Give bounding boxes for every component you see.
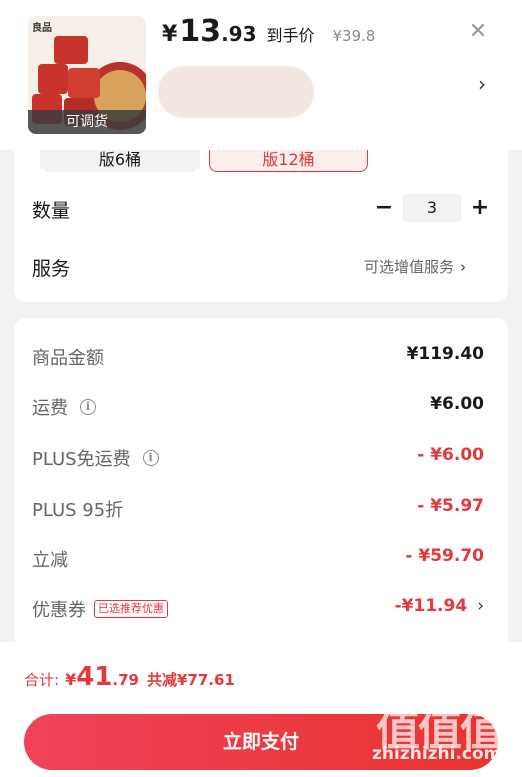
summary-label-text: PLUS免运费 bbox=[32, 449, 131, 470]
price-row: ¥ 13 .93 到手价 ¥39.8 bbox=[162, 14, 375, 54]
quantity-label: 数量 bbox=[32, 200, 71, 222]
summary-label-text: 立减 bbox=[32, 550, 68, 571]
summary-row: 立减 - ¥59.70 bbox=[32, 542, 484, 572]
brand-logo-text: 良品 bbox=[32, 23, 52, 34]
summary-label: 优惠券 已选推荐优惠 bbox=[32, 596, 168, 622]
stock-label: 可调货 bbox=[28, 110, 146, 134]
summary-label-text: 优惠券 bbox=[32, 600, 86, 621]
quantity-minus-button[interactable]: − bbox=[374, 196, 394, 220]
summary-label: PLUS免运费 i bbox=[32, 445, 159, 471]
coupon-row[interactable]: 优惠券 已选推荐优惠 -¥11.94 › bbox=[32, 592, 484, 622]
quantity-input[interactable]: 3 bbox=[403, 194, 461, 222]
summary-label: 运费 i bbox=[32, 394, 96, 420]
summary-label-text: PLUS 95折 bbox=[32, 500, 124, 521]
summary-row: PLUS免运费 i - ¥6.00 bbox=[32, 441, 484, 471]
summary-label-text: 商品金额 bbox=[32, 348, 104, 369]
summary-label: 商品金额 bbox=[32, 344, 104, 370]
summary-value: -¥11.94 › bbox=[395, 596, 484, 616]
original-price: ¥39.8 bbox=[332, 27, 376, 45]
total-label: 合计: bbox=[24, 671, 60, 689]
checkout-bar: 合计: ¥ 41 .79 共减¥77.61 立即支付 bbox=[0, 642, 522, 777]
price-currency: ¥ bbox=[162, 22, 178, 47]
total-line: 合计: ¥ 41 .79 共减¥77.61 bbox=[24, 662, 235, 692]
quantity-plus-button[interactable]: + bbox=[470, 196, 490, 220]
summary-label: 立减 bbox=[32, 546, 68, 572]
chevron-right-icon[interactable]: › bbox=[477, 596, 484, 616]
summary-label: PLUS 95折 bbox=[32, 496, 123, 522]
variant-option-6[interactable]: 版6桶 bbox=[40, 150, 200, 172]
chevron-right-icon: › bbox=[460, 258, 467, 276]
service-link[interactable]: 可选增值服务 › bbox=[364, 256, 466, 277]
total-saved: 共减¥77.61 bbox=[146, 671, 235, 689]
price-note: 到手价 bbox=[266, 26, 315, 45]
summary-value: - ¥5.97 bbox=[417, 496, 484, 516]
coupon-value: -¥11.94 bbox=[394, 596, 468, 616]
info-icon[interactable]: i bbox=[80, 399, 96, 415]
summary-row: PLUS 95折 - ¥5.97 bbox=[32, 492, 484, 522]
summary-value: - ¥59.70 bbox=[405, 546, 484, 566]
summary-row: 运费 i ¥6.00 bbox=[32, 390, 484, 420]
selected-spec-blurred[interactable] bbox=[158, 66, 314, 118]
summary-label-text: 运费 bbox=[32, 398, 68, 419]
close-icon[interactable]: ✕ bbox=[466, 20, 490, 44]
price-decimal: .93 bbox=[221, 22, 257, 46]
product-thumbnail[interactable]: 良品 可调货 bbox=[28, 16, 146, 134]
summary-row: 商品金额 ¥119.40 bbox=[32, 340, 484, 370]
info-icon[interactable]: i bbox=[142, 450, 159, 466]
total-integer: 41 bbox=[76, 662, 113, 692]
total-decimal: .79 bbox=[112, 671, 139, 689]
summary-value: ¥119.40 bbox=[406, 344, 484, 364]
variant-option-12-selected[interactable]: 版12桶 bbox=[209, 150, 368, 172]
price-integer: 13 bbox=[179, 14, 222, 49]
summary-value: ¥6.00 bbox=[430, 394, 484, 414]
summary-value: - ¥6.00 bbox=[417, 445, 484, 465]
total-currency: ¥ bbox=[65, 670, 77, 689]
product-header: 良品 可调货 ¥ 13 .93 到手价 ¥39.8 ✕ › bbox=[0, 0, 522, 150]
service-label: 服务 bbox=[32, 258, 71, 280]
chevron-right-icon[interactable]: › bbox=[478, 72, 486, 96]
price-summary-card: 商品金额 ¥119.40 运费 i ¥6.00 PLUS免运费 i - ¥6.00 … bbox=[14, 318, 508, 648]
options-card: 版6桶 版12桶 数量 − 3 + 服务 可选增值服务 › bbox=[14, 150, 508, 302]
pay-now-button[interactable]: 立即支付 bbox=[24, 714, 498, 770]
coupon-badge: 已选推荐优惠 bbox=[94, 600, 168, 618]
service-link-text: 可选增值服务 bbox=[364, 258, 455, 276]
